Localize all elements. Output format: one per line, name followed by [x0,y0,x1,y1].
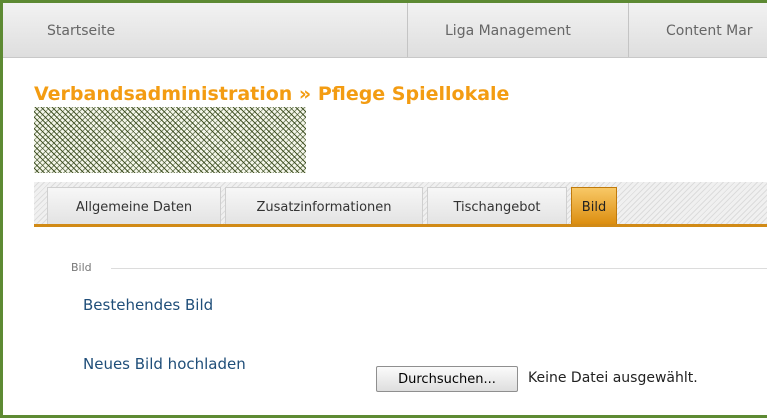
tab-bild[interactable]: Bild [571,187,617,224]
tab-allgemeine-daten[interactable]: Allgemeine Daten [47,187,221,224]
nav-content-management[interactable]: Content Mar [666,3,753,57]
browse-button[interactable]: Durchsuchen... [376,366,518,392]
captcha-image [34,107,306,173]
nav-separator [628,3,629,57]
nav-startseite[interactable]: Startseite [47,3,115,57]
top-navigation: Startseite Liga Management Content Mar [3,3,767,58]
fieldset-legend: Bild [71,261,92,274]
file-status-text: Keine Datei ausgewählt. [528,370,698,386]
page-title: Verbandsadministration » Pflege Spiellok… [34,83,510,105]
tab-tischangebot[interactable]: Tischangebot [427,187,567,224]
nav-liga-management[interactable]: Liga Management [445,3,571,57]
tab-bar: Allgemeine Daten Zusatzinformationen Tis… [34,182,767,227]
existing-image-label: Bestehendes Bild [83,296,214,314]
upload-image-label: Neues Bild hochladen [83,355,246,373]
nav-separator [407,3,408,57]
fieldset-divider [111,268,767,269]
tab-zusatzinformationen[interactable]: Zusatzinformationen [225,187,423,224]
